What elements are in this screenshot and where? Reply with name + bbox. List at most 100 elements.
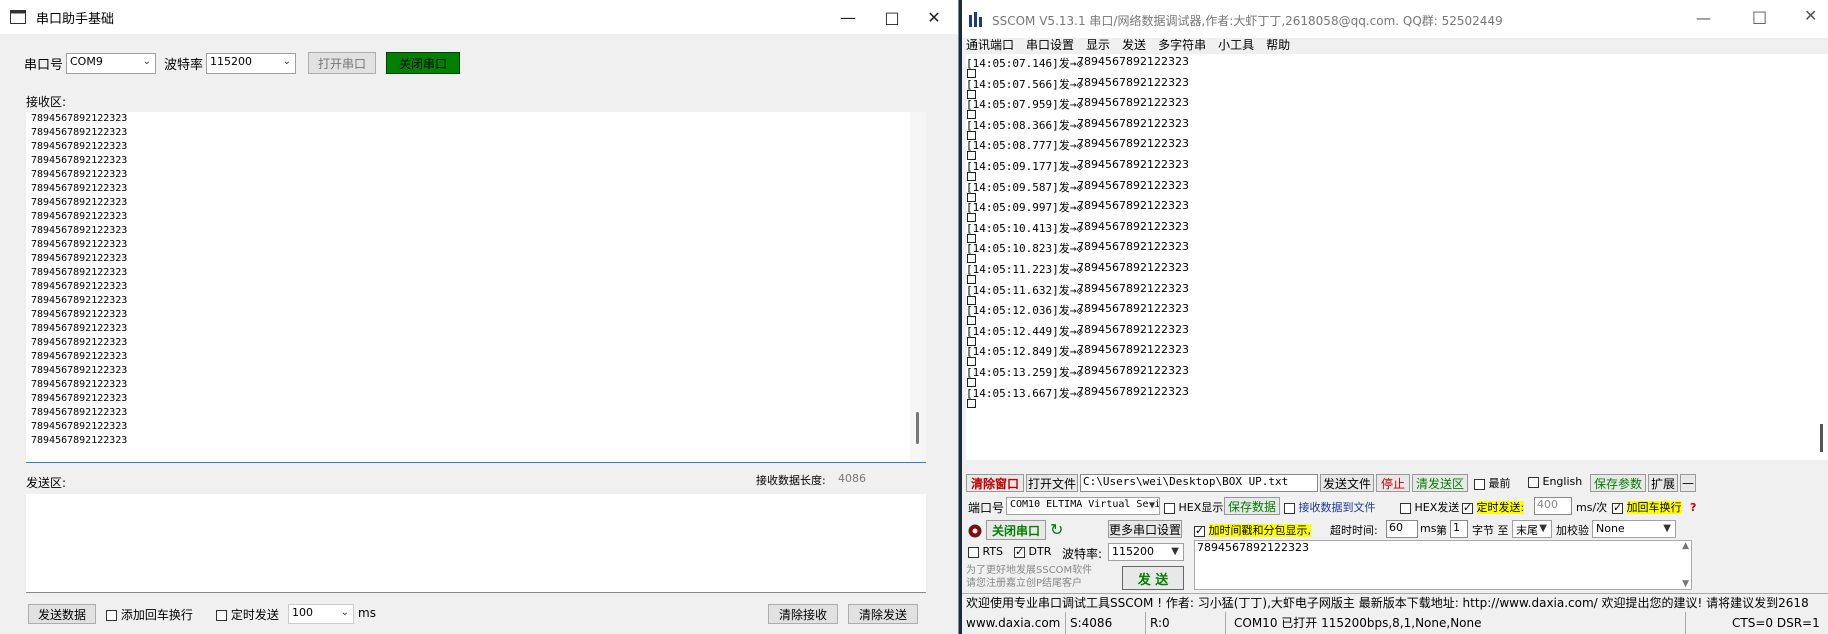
clear-send-button[interactable]: 清除发送 <box>848 604 918 624</box>
sscom-window: SSCOM V5.13.1 串口/网络数据调试器,作者:大虾丁丁,2618058… <box>962 0 1828 634</box>
log-timestamp: [14:05:13.259]发→◇ <box>966 366 1083 379</box>
add-timestamp-label: 加时间戳和分包显示, <box>1208 524 1311 537</box>
sscom-send-textarea[interactable]: 7894567892122323 ▲ ▼ <box>1194 540 1692 590</box>
file-path-input[interactable]: C:\Users\wei\Desktop\BOX UP.txt <box>1080 474 1318 492</box>
hex-send-checkbox[interactable]: HEX发送 <box>1400 499 1459 515</box>
recv-to-file-checkbox[interactable]: 接收数据到文件 <box>1284 499 1376 515</box>
recv-to-file-label: 接收数据到文件 <box>1298 501 1376 514</box>
checkbox-box-checked[interactable] <box>1612 501 1623 514</box>
recv-line: 7894567892122323 <box>31 197 128 208</box>
send-button[interactable]: 发 送 <box>1122 566 1184 590</box>
log-entry: [14:05:12.849]发→◇ 7894567892122323 <box>966 343 1806 367</box>
stop-button[interactable]: 停止 <box>1376 474 1410 492</box>
menu-item[interactable]: 串口设置 <box>1026 36 1074 54</box>
checkbox-box[interactable] <box>216 610 227 621</box>
close-port-button[interactable]: 关闭串口 <box>386 52 460 74</box>
menu-item[interactable]: 小工具 <box>1218 36 1254 54</box>
timed-send-checkbox[interactable]: 定时发送: <box>1462 499 1525 515</box>
english-checkbox[interactable]: English <box>1528 475 1582 488</box>
checkbox-box[interactable] <box>106 610 117 621</box>
log-timestamp: [14:05:07.959]发→◇ <box>966 98 1083 112</box>
checkbox-box-checked[interactable] <box>1462 501 1473 514</box>
clear-recv-button[interactable]: 清除接收 <box>768 604 838 624</box>
log-data: 7894567892122323 <box>1077 281 1189 295</box>
open-port-button[interactable]: 打开串口 <box>308 52 376 74</box>
window-title: 串口助手基础 <box>36 12 115 27</box>
send-file-button[interactable]: 发送文件 <box>1320 474 1374 492</box>
log-scrollbar-thumb[interactable] <box>1820 424 1823 452</box>
status-site[interactable]: www.daxia.com <box>962 612 1066 634</box>
scrollbar-thumb[interactable] <box>916 412 919 444</box>
recv-scrollbar[interactable] <box>910 112 926 462</box>
status-port: COM10 已打开 115200bps,8,1,None,None <box>1226 612 1686 634</box>
log-entry: [14:05:10.413]发→◇ 7894567892122323 <box>966 219 1806 243</box>
minimize-button[interactable]: — <box>826 4 870 30</box>
add-crlf-checkbox[interactable]: 加回车换行 <box>1612 499 1682 515</box>
byte-start-input[interactable]: 1 <box>1450 520 1468 538</box>
log-timestamp: [14:05:07.566]发→◇ <box>966 77 1083 91</box>
scroll-up-icon[interactable]: ▲ <box>1682 541 1689 551</box>
clear-send-area-button[interactable]: 清发送区 <box>1412 474 1468 492</box>
sscom-log-area[interactable]: [14:05:07.146]发→◇ 7894567892122323 [14:05:… <box>966 54 1828 460</box>
baud-select[interactable]: 115200 ▼ <box>1108 543 1184 561</box>
send-textarea[interactable] <box>26 494 926 593</box>
checkbox-box[interactable] <box>1474 478 1485 490</box>
close-button[interactable]: ✕ <box>912 4 956 30</box>
dtr-checkbox[interactable]: DTR <box>1014 545 1051 558</box>
open-file-button[interactable]: 打开文件 <box>1026 474 1078 492</box>
byte-label: 第 <box>1436 524 1447 537</box>
add-timestamp-checkbox[interactable]: 加时间戳和分包显示, <box>1194 522 1311 538</box>
log-data: 7894567892122323 <box>1077 219 1189 233</box>
interval-select[interactable]: 100 ⌄ <box>288 604 354 624</box>
app-icon <box>10 10 26 24</box>
checkbox-box[interactable] <box>1284 502 1295 514</box>
timeout-input[interactable]: 60 <box>1386 520 1418 538</box>
recv-line: 7894567892122323 <box>31 393 128 404</box>
menu-item[interactable]: 显示 <box>1086 36 1110 54</box>
baud-select[interactable]: 115200 ⌄ <box>206 53 296 74</box>
checkbox-box[interactable] <box>1400 502 1411 514</box>
scroll-down-icon[interactable]: ▼ <box>1682 579 1689 589</box>
more-settings-button[interactable]: 更多串口设置 <box>1108 520 1182 538</box>
expand-button[interactable]: 扩展 <box>1648 474 1678 492</box>
menu-item[interactable]: 多字符串 <box>1158 36 1206 54</box>
status-sent: S:4086 <box>1066 612 1146 634</box>
log-entry: [14:05:09.177]发→◇ 7894567892122323 <box>966 158 1806 181</box>
timed-interval-input[interactable]: 400 <box>1534 497 1572 515</box>
timed-send-checkbox[interactable]: 定时发送 <box>216 606 279 623</box>
recv-length-label: 接收数据长度: <box>756 474 826 487</box>
checkbox-box[interactable] <box>968 546 979 558</box>
menu-item[interactable]: 发送 <box>1122 36 1146 54</box>
menu-item[interactable]: 帮助 <box>1266 36 1290 54</box>
topmost-checkbox[interactable]: 最前 <box>1474 475 1511 491</box>
rts-checkbox[interactable]: RTS <box>968 545 1003 558</box>
clear-window-button[interactable]: 清除窗口 <box>966 474 1024 492</box>
close-port-button[interactable]: 关闭串口 <box>986 520 1046 540</box>
checkbox-box-checked[interactable] <box>1014 545 1025 558</box>
checksum-select[interactable]: None ▼ <box>1592 520 1676 538</box>
recv-textarea[interactable]: 7894567892122323 7894567892122323 78945678… <box>26 112 926 463</box>
port-label: 串口号 <box>24 58 64 73</box>
log-timestamp: [14:05:08.366]发→◇ <box>966 118 1083 132</box>
maximize-button[interactable]: □ <box>870 4 914 30</box>
menu-item[interactable]: 通讯端口 <box>966 36 1014 54</box>
log-timestamp: [14:05:08.777]发→◇ <box>966 139 1083 153</box>
close-button[interactable]: ✕ <box>1804 6 1817 25</box>
port-select[interactable]: COM10 ELTIMA Virtual Seria ▼ <box>1006 497 1160 515</box>
send-data-button[interactable]: 发送数据 <box>28 604 96 624</box>
help-icon[interactable]: ? <box>1690 501 1696 514</box>
hex-display-checkbox[interactable]: HEX显示 <box>1164 499 1223 515</box>
save-params-button[interactable]: 保存参数 <box>1590 474 1646 492</box>
refresh-icon[interactable]: ↻ <box>1050 520 1063 539</box>
port-select[interactable]: COM9 ⌄ <box>66 53 156 74</box>
checkbox-box[interactable] <box>1164 502 1175 514</box>
minimize-button[interactable]: — <box>1696 9 1711 27</box>
byte-end-select[interactable]: 末尾 ▼ <box>1512 520 1552 538</box>
add-crlf-checkbox[interactable]: 添加回车换行 <box>106 606 193 623</box>
maximize-button[interactable]: □ <box>1752 7 1767 26</box>
save-data-button[interactable]: 保存数据 <box>1224 497 1280 515</box>
checkbox-box-checked[interactable] <box>1194 524 1205 537</box>
collapse-button[interactable]: — <box>1680 474 1696 492</box>
checkbox-box[interactable] <box>1528 476 1539 488</box>
hex-display-label: HEX显示 <box>1178 501 1224 514</box>
